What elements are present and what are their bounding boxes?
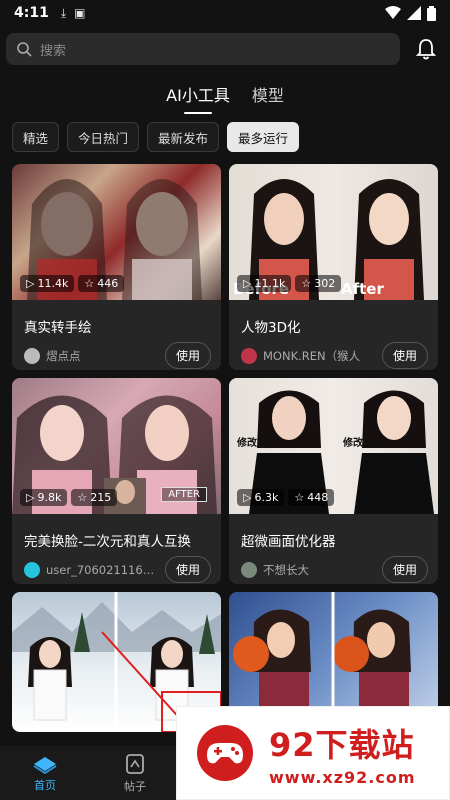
avatar bbox=[24, 561, 40, 578]
stars-stat: ☆ 448 bbox=[288, 489, 335, 506]
card-stats: ▷ 9.8k ☆ 215 bbox=[20, 489, 118, 506]
card-author-row: MONK.REN（猴人 使用 bbox=[229, 342, 438, 369]
card-thumbnail: 修改前 修改后 ▷ 6.3k ☆ 448 bbox=[229, 378, 438, 514]
bell-icon bbox=[416, 39, 436, 60]
stars-stat: ☆ 215 bbox=[71, 489, 118, 506]
use-button[interactable]: 使用 bbox=[381, 556, 428, 583]
card-stats: ▷ 6.3k ☆ 448 bbox=[237, 489, 335, 506]
star-icon: ☆ bbox=[77, 491, 88, 504]
card-author: MONK.REN（猴人 bbox=[263, 348, 361, 363]
card-author: 熠点点 bbox=[46, 348, 81, 363]
status-time: 4:11 bbox=[14, 5, 49, 21]
gamepad-logo-icon bbox=[197, 725, 253, 781]
watermark-text: 92下载站 www.xz92.com bbox=[269, 720, 416, 787]
avatar bbox=[241, 561, 257, 578]
card-stats: ▷ 11.4k ☆ 446 bbox=[20, 275, 125, 292]
card-author-row: 熠点点 使用 bbox=[12, 342, 221, 369]
card-thumbnail: AFTER ▷ 9.8k ☆ 215 bbox=[12, 378, 221, 514]
use-button[interactable]: 使用 bbox=[381, 342, 428, 369]
status-bar: 4:11 ⤓ ▣ bbox=[0, 0, 450, 26]
card-title: 超微画面优化器 bbox=[241, 534, 336, 550]
nav-posts[interactable]: 帖子 bbox=[90, 746, 180, 800]
card-author-row: 不想长大 使用 bbox=[229, 556, 438, 583]
card-author-row: user_7060211165… 使用 bbox=[12, 556, 221, 583]
tool-card[interactable]: 修改前 修改后 ▷ 6.3k ☆ 448 超微画面优化器 不想长大 使用 bbox=[229, 378, 438, 584]
views-stat: ▷ 11.1k bbox=[237, 275, 292, 292]
search-icon bbox=[17, 42, 32, 57]
avatar bbox=[241, 347, 257, 364]
search-row: 搜索 bbox=[6, 32, 444, 66]
watermark-url: www.xz92.com bbox=[269, 767, 416, 787]
card-thumbnail: Before After ▷11.1k ☆302 bbox=[229, 164, 438, 300]
play-icon: ▷ bbox=[243, 491, 252, 504]
tab-models[interactable]: 模型 bbox=[252, 82, 284, 112]
star-icon: ☆ bbox=[301, 277, 312, 290]
avatar bbox=[24, 347, 40, 364]
play-icon: ▷ bbox=[243, 277, 252, 290]
use-button[interactable]: 使用 bbox=[164, 556, 211, 583]
card-title: 真实转手绘 bbox=[24, 320, 92, 336]
watermark-banner: 92下载站 www.xz92.com bbox=[176, 706, 450, 800]
chip-most-run[interactable]: 最多运行 bbox=[227, 122, 300, 152]
tab-bar: AI小工具 模型 bbox=[0, 82, 450, 114]
nav-posts-label: 帖子 bbox=[124, 779, 146, 793]
search-placeholder: 搜索 bbox=[40, 43, 67, 59]
after-label: After bbox=[341, 280, 384, 298]
star-icon: ☆ bbox=[294, 491, 305, 504]
card-title: 完美换脸-二次元和真人互换 bbox=[24, 534, 191, 550]
tool-card[interactable]: ▷ 11.4k ☆ 446 真实转手绘 熠点点 使用 bbox=[12, 164, 221, 370]
tool-grid: ▷11.4k ☆446 真实转手绘 熠点点 使用 Before After bbox=[12, 164, 438, 732]
stars-stat: ☆ 302 bbox=[295, 275, 342, 292]
chip-featured[interactable]: 精选 bbox=[12, 122, 60, 152]
play-icon: ▷ bbox=[26, 277, 35, 290]
tool-card[interactable]: Before After ▷11.1k ☆302 人物3D化 MONK.REN（… bbox=[229, 164, 438, 370]
wifi-icon bbox=[385, 6, 401, 19]
views-stat: ▷ 6.3k bbox=[237, 489, 285, 506]
card-author: 不想长大 bbox=[263, 562, 309, 577]
play-icon: ▷ bbox=[26, 491, 35, 504]
stars-stat: ☆ 446 bbox=[78, 275, 125, 292]
filter-chips: 精选 今日热门 最新发布 最多运行 bbox=[12, 122, 300, 152]
watermark-title: 92下载站 bbox=[269, 725, 415, 764]
notification-bell-button[interactable] bbox=[414, 37, 438, 61]
chip-today-hot[interactable]: 今日热门 bbox=[67, 122, 140, 152]
chip-newest[interactable]: 最新发布 bbox=[147, 122, 220, 152]
after-label: AFTER bbox=[161, 487, 207, 502]
nav-home[interactable]: 首页 bbox=[0, 746, 90, 800]
use-button[interactable]: 使用 bbox=[164, 342, 211, 369]
before-label: 修改前 bbox=[237, 438, 267, 449]
signal-icon bbox=[407, 6, 421, 20]
search-input[interactable]: 搜索 bbox=[6, 33, 400, 65]
download-icon: ⤓ bbox=[60, 5, 67, 20]
card-title: 人物3D化 bbox=[241, 320, 301, 336]
card-stats: ▷ 11.1k ☆ 302 bbox=[237, 275, 342, 292]
home-icon bbox=[33, 756, 57, 774]
views-stat: ▷ 11.4k bbox=[20, 275, 75, 292]
nav-home-label: 首页 bbox=[34, 778, 56, 792]
app-notification-icon: ▣ bbox=[74, 6, 86, 20]
card-thumbnail: ▷ 11.4k ☆ 446 bbox=[12, 164, 221, 300]
after-label: 修改后 bbox=[343, 438, 373, 449]
card-author: user_7060211165… bbox=[46, 562, 159, 577]
posts-icon bbox=[126, 753, 144, 774]
battery-icon bbox=[427, 5, 436, 21]
views-stat: ▷ 9.8k bbox=[20, 489, 68, 506]
star-icon: ☆ bbox=[84, 277, 95, 290]
tab-ai-tools[interactable]: AI小工具 bbox=[166, 82, 230, 114]
tool-card[interactable]: AFTER ▷ 9.8k ☆ 215 完美换脸-二次元和真人互换 user_7060… bbox=[12, 378, 221, 584]
